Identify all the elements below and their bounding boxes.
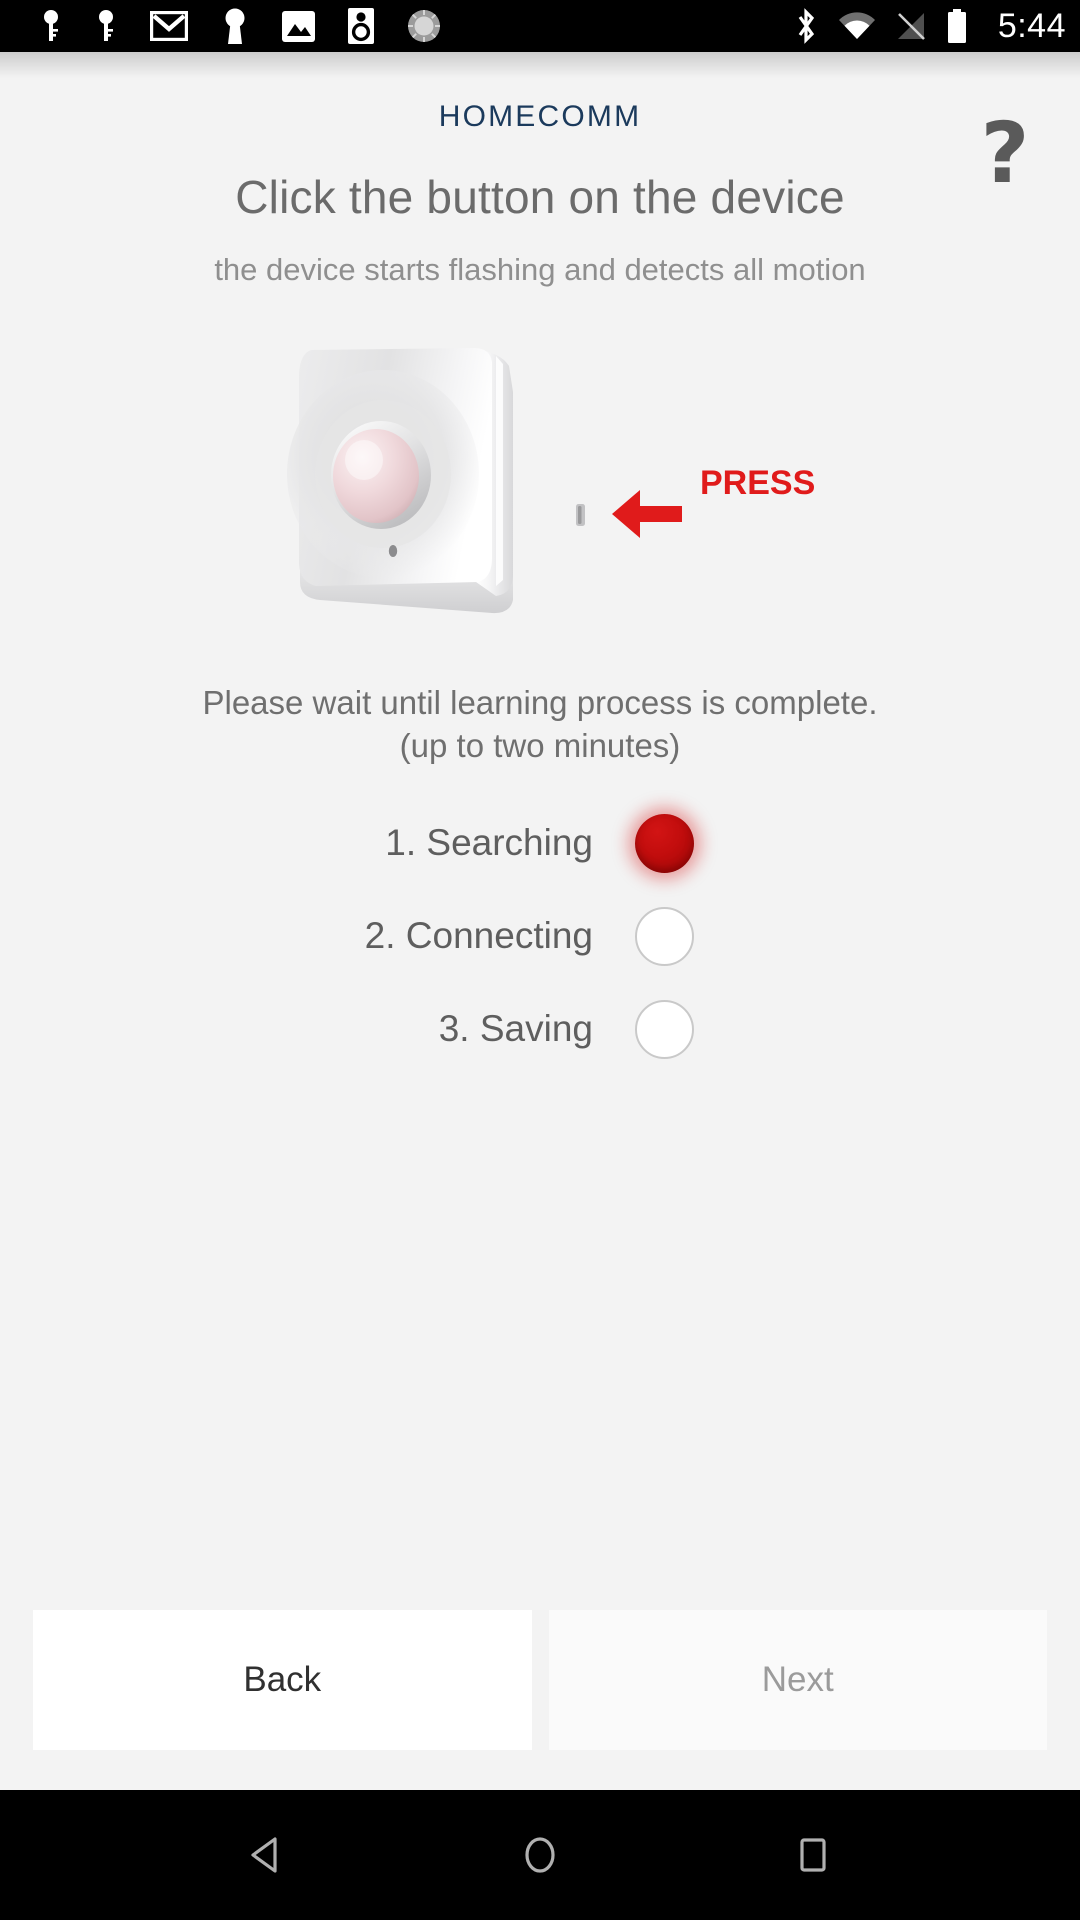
step-indicator-saving [635, 999, 755, 1059]
nav-home-button[interactable] [495, 1810, 585, 1900]
photos-icon [282, 10, 315, 42]
step-indicator-searching [635, 813, 755, 873]
key-icon-1 [44, 10, 58, 41]
footer-button-bar: Back Next [0, 1610, 1080, 1750]
phone-screen: 5:44 HOMECOMM ? Click the button on the … [0, 0, 1080, 1920]
keyhole-icon [225, 8, 245, 44]
press-callout-label: PRESS [700, 464, 815, 502]
page-subtitle: the device starts flashing and detects a… [214, 252, 866, 287]
step-row-saving: 3. Saving [0, 999, 1080, 1059]
android-nav-bar [0, 1790, 1080, 1920]
led-indicator-inactive [635, 906, 694, 966]
press-arrow-icon [612, 490, 682, 538]
step-row-connecting: 2. Connecting [0, 906, 1080, 966]
wifi-icon [838, 12, 875, 39]
led-indicator-inactive [635, 999, 694, 1059]
status-bar-left-icons [40, 8, 441, 44]
step-label-saving: 3. Saving [438, 1008, 593, 1050]
step-label-searching: 1. Searching [385, 822, 593, 864]
status-bar-clock: 5:44 [997, 6, 1066, 45]
status-bar: 5:44 [0, 0, 1080, 52]
nav-recents-button[interactable] [768, 1810, 858, 1900]
progress-steps: 1. Searching 2. Connecting 3. Saving [0, 813, 1080, 1059]
nav-back-icon [251, 1837, 277, 1873]
key-icon-2 [99, 10, 113, 41]
nav-back-button[interactable] [222, 1810, 312, 1900]
help-icon[interactable]: ? [962, 110, 1048, 196]
step-label-connecting: 2. Connecting [364, 915, 593, 957]
speaker-icon [348, 8, 374, 44]
dial-icon [408, 10, 440, 42]
wait-message: Please wait until learning process is co… [202, 682, 877, 768]
led-indicator-active [635, 813, 694, 873]
nav-home-icon [525, 1837, 555, 1873]
gmail-icon [150, 11, 188, 41]
status-bar-right-icons: 5:44 [794, 7, 1066, 46]
signal-off-icon [897, 13, 925, 40]
bluetooth-icon [798, 8, 814, 44]
step-row-searching: 1. Searching [0, 813, 1080, 873]
device-graphic: PRESS [287, 348, 815, 614]
app-title: HOMECOMM [438, 100, 642, 133]
step-indicator-connecting [635, 906, 755, 966]
main-content: HOMECOMM ? Click the button on the devic… [0, 52, 1080, 1790]
wait-message-line1: Please wait until learning process is co… [202, 684, 878, 721]
nav-recents-icon [800, 1838, 826, 1872]
device-illustration: PRESS [0, 332, 1080, 632]
back-button[interactable]: Back [33, 1610, 532, 1750]
wait-message-line2: (up to two minutes) [399, 726, 681, 764]
next-button[interactable]: Next [548, 1610, 1047, 1750]
page-title: Click the button on the device [235, 171, 845, 223]
battery-icon [947, 9, 966, 43]
